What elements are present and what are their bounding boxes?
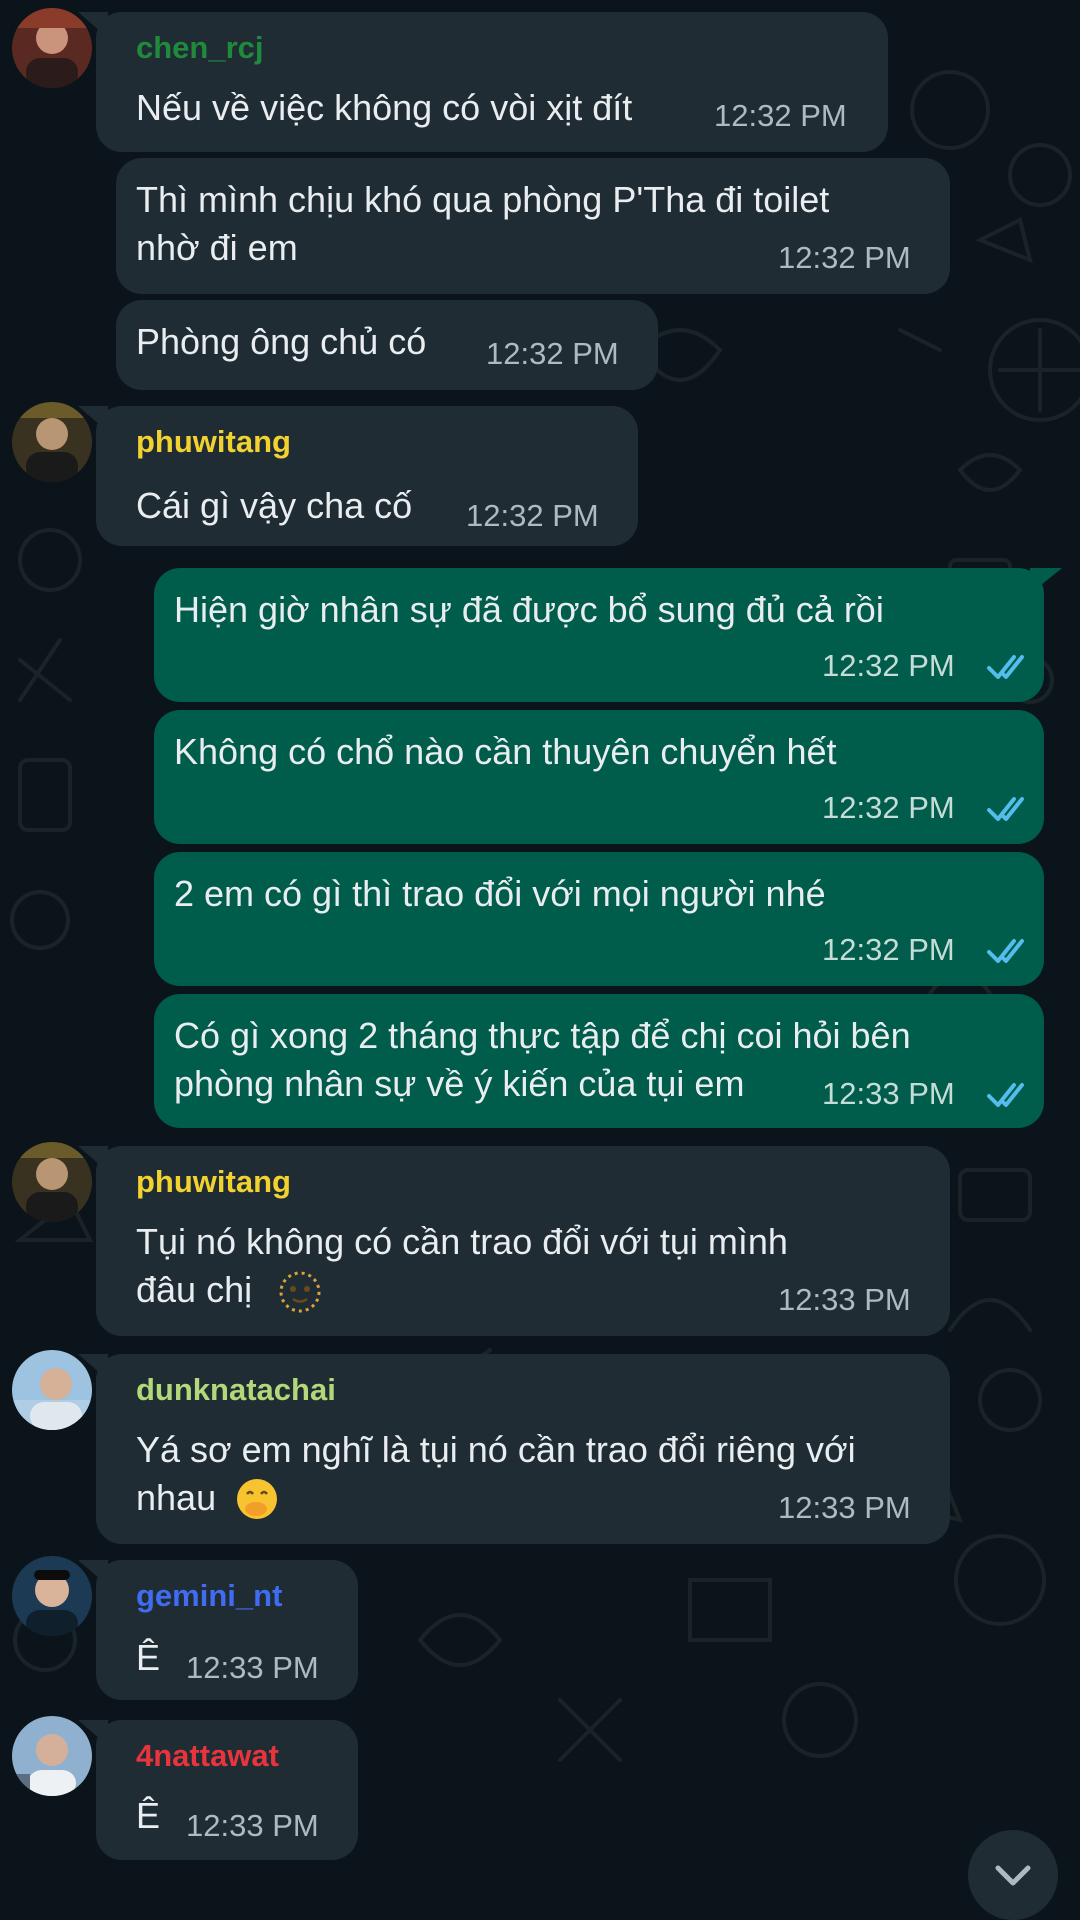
message-text: Hiện giờ nhân sự đã được bổ sung đủ cả r… xyxy=(174,589,884,630)
message-text: Phòng ông chủ có xyxy=(136,321,427,362)
message-text: 2 em có gì thì trao đổi với mọi người nh… xyxy=(174,873,826,914)
sender-name[interactable]: phuwitang xyxy=(136,424,291,460)
message-text: phòng nhân sự về ý kiến của tụi em xyxy=(174,1063,745,1104)
message-bubble[interactable]: phuwitang Tụi nó không có cần trao đổi v… xyxy=(96,1146,950,1336)
read-ticks-icon xyxy=(987,1083,1024,1107)
sender-name[interactable]: 4nattawat xyxy=(136,1738,279,1774)
message-time: 12:32 PM xyxy=(778,240,911,275)
message-bubble[interactable]: 4nattawat Ê 12:33 PM xyxy=(96,1720,358,1860)
sender-name[interactable]: phuwitang xyxy=(136,1164,291,1200)
message-text: nhau xyxy=(136,1477,217,1518)
message-text: Ê xyxy=(136,1637,161,1678)
message-bubble[interactable]: phuwitang Cái gì vậy cha cố 12:32 PM xyxy=(96,406,638,546)
message-time: 12:33 PM xyxy=(186,1650,319,1685)
message-bubble[interactable]: chen_rcj Nếu về việc không có vòi xịt đí… xyxy=(96,12,888,152)
message-bubble[interactable]: Phòng ông chủ có 12:32 PM xyxy=(116,300,658,390)
message-text: Thì mình chịu khó qua phòng P'Tha đi toi… xyxy=(136,179,830,220)
message-time: 12:32 PM xyxy=(822,790,955,825)
message-time: 12:32 PM xyxy=(714,98,847,133)
hand-over-mouth-emoji xyxy=(237,1479,277,1519)
message-text: Có gì xong 2 tháng thực tập để chị coi h… xyxy=(174,1015,911,1056)
message-text: Yá sơ em nghĩ là tụi nó cần trao đổi riê… xyxy=(136,1429,856,1470)
scroll-to-bottom-button[interactable] xyxy=(968,1830,1058,1920)
sender-name[interactable]: dunknatachai xyxy=(136,1372,336,1408)
read-ticks-icon xyxy=(987,797,1024,821)
message-text: Ê xyxy=(136,1795,161,1836)
message-time: 12:32 PM xyxy=(486,336,619,371)
chevron-down-icon xyxy=(995,1865,1031,1886)
message-time: 12:33 PM xyxy=(778,1490,911,1525)
message-time: 12:32 PM xyxy=(466,498,599,533)
message-text: Nếu về việc không có vòi xịt đít xyxy=(136,87,633,128)
message-bubble[interactable]: Không có chổ nào cần thuyên chuyển hết 1… xyxy=(154,710,1044,844)
message-text: Tụi nó không có cần trao đổi với tụi mìn… xyxy=(136,1221,788,1262)
read-ticks-icon xyxy=(987,939,1024,963)
sender-name[interactable]: gemini_nt xyxy=(136,1578,282,1614)
message-time: 12:33 PM xyxy=(822,1076,955,1111)
message-bubble[interactable]: Có gì xong 2 tháng thực tập để chị coi h… xyxy=(154,994,1044,1128)
message-time: 12:32 PM xyxy=(822,648,955,683)
message-bubble[interactable]: Hiện giờ nhân sự đã được bổ sung đủ cả r… xyxy=(154,568,1044,702)
message-bubble[interactable]: gemini_nt Ê 12:33 PM xyxy=(96,1560,358,1700)
sender-name[interactable]: chen_rcj xyxy=(136,30,264,66)
message-text: Cái gì vậy cha cố xyxy=(136,485,413,526)
message-text: Không có chổ nào cần thuyên chuyển hết xyxy=(174,731,837,772)
message-bubble[interactable]: dunknatachai Yá sơ em nghĩ là tụi nó cần… xyxy=(96,1354,950,1544)
read-ticks-icon xyxy=(987,655,1024,679)
message-text: đâu chị xyxy=(136,1269,253,1310)
message-bubble[interactable]: 2 em có gì thì trao đổi với mọi người nh… xyxy=(154,852,1044,986)
message-time: 12:32 PM xyxy=(822,932,955,967)
message-text: nhờ đi em xyxy=(136,227,298,268)
message-time: 12:33 PM xyxy=(778,1282,911,1317)
dotted-face-emoji xyxy=(279,1271,321,1313)
message-time: 12:33 PM xyxy=(186,1808,319,1843)
message-bubble[interactable]: Thì mình chịu khó qua phòng P'Tha đi toi… xyxy=(116,158,950,294)
